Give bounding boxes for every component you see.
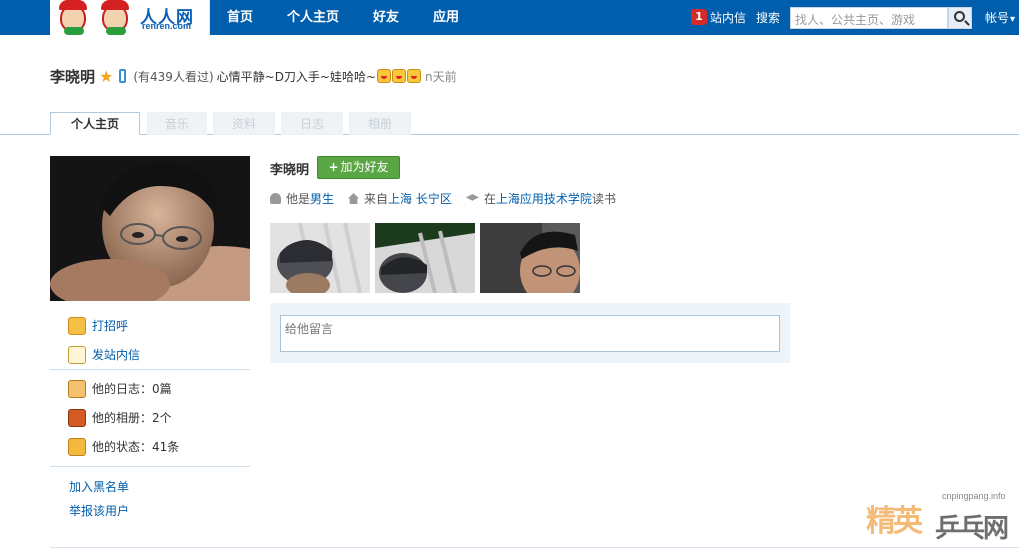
- status-text: 心情平静~D刀入手~娃哈哈~: [216, 69, 377, 84]
- logo-domain: renren.com: [142, 21, 192, 31]
- tab-info[interactable]: 资料: [213, 112, 275, 135]
- gender-link[interactable]: 男生: [310, 190, 334, 207]
- messages-link[interactable]: 站内信: [710, 9, 746, 26]
- tab-music[interactable]: 音乐: [147, 112, 207, 135]
- add-friend-button[interactable]: + 加为好友: [317, 156, 400, 179]
- sidebar-divider: [50, 369, 250, 370]
- album-stat[interactable]: 他的相册：2个: [68, 403, 179, 432]
- comment-input[interactable]: 给他留言: [280, 315, 780, 352]
- status-icon: [68, 437, 86, 456]
- sidebar-divider: [50, 466, 250, 467]
- send-message-action[interactable]: 发站内信: [68, 340, 140, 369]
- mascot-left-icon: [59, 0, 87, 35]
- mobile-icon: [119, 69, 127, 83]
- avatar[interactable]: [50, 156, 250, 301]
- tab-blog[interactable]: 日志: [281, 112, 343, 135]
- sidebar-stats: 他的日志：0篇 他的相册：2个 他的状态：41条: [68, 374, 179, 461]
- search-icon: [954, 11, 965, 22]
- send-message-link[interactable]: 发站内信: [92, 346, 140, 363]
- greet-icon: [68, 316, 86, 335]
- emoji-icon: [392, 69, 407, 83]
- district-link[interactable]: 长宁区: [416, 190, 452, 207]
- blog-count[interactable]: 他的日志：0篇: [92, 380, 172, 397]
- message-count-badge[interactable]: 1: [691, 9, 707, 25]
- gender-prefix: 他是: [286, 192, 311, 206]
- footer-divider: [50, 547, 1019, 548]
- school-prefix: 在: [483, 192, 496, 206]
- tab-albums[interactable]: 相册: [349, 112, 411, 135]
- account-menu[interactable]: 帐号: [985, 9, 1015, 26]
- profile-name: 李晓明: [50, 67, 96, 86]
- main-profile-name: 李晓明: [270, 163, 310, 178]
- sidebar-links: 加入黑名单 举报该用户: [69, 478, 129, 526]
- main-nav: 首页 个人主页 好友 应用: [210, 0, 476, 35]
- tab-profile[interactable]: 个人主页: [50, 112, 140, 135]
- star-icon: ★: [99, 66, 114, 86]
- city-link[interactable]: 上海: [388, 190, 412, 207]
- photo-thumbnail[interactable]: [375, 223, 475, 293]
- blog-stat[interactable]: 他的日志：0篇: [68, 374, 179, 403]
- home-icon: [348, 193, 360, 204]
- watermark-url: cnpingpang.info: [942, 491, 1006, 501]
- blacklist-link[interactable]: 加入黑名单: [69, 478, 129, 502]
- watermark-logo: 乒乓网: [935, 514, 1009, 544]
- plus-icon: +: [328, 160, 339, 174]
- emoji-icon: [407, 69, 422, 83]
- nav-friends[interactable]: 好友: [356, 0, 416, 35]
- add-friend-label: 加为好友: [340, 160, 389, 174]
- status-count[interactable]: 他的状态：41条: [92, 438, 179, 455]
- nav-apps[interactable]: 应用: [416, 0, 476, 35]
- person-icon: [270, 193, 281, 204]
- school-link[interactable]: 上海应用技术学院: [496, 190, 592, 207]
- message-icon: [68, 345, 86, 364]
- report-user-link[interactable]: 举报该用户: [69, 502, 129, 526]
- greet-link[interactable]: 打招呼: [92, 317, 128, 334]
- blog-icon: [68, 379, 86, 398]
- renren-logo[interactable]: 人人网 renren.com: [50, 0, 210, 35]
- hometown-info: 来自 上海 长宁区: [348, 190, 452, 207]
- search-link[interactable]: 搜索: [756, 9, 780, 26]
- nav-profile[interactable]: 个人主页: [270, 0, 356, 35]
- from-prefix: 来自: [364, 192, 389, 206]
- comment-panel: 给他留言: [270, 303, 790, 363]
- status-stat[interactable]: 他的状态：41条: [68, 432, 179, 461]
- search-button[interactable]: [948, 7, 972, 29]
- photo-thumbnail[interactable]: [480, 223, 580, 293]
- gender-info: 他是 男生: [270, 190, 334, 207]
- emoji-icon: [377, 69, 392, 83]
- search-input[interactable]: 找人、公共主页、游戏: [790, 7, 948, 29]
- watermark-logo: 精英: [866, 504, 923, 539]
- profile-header: 李晓明 ★ (有439人看过) 心情平静~D刀入手~娃哈哈~ n天前: [50, 66, 457, 86]
- graduation-cap-icon: [465, 194, 479, 201]
- school-info: 在上海应用技术学院 读书: [465, 190, 616, 207]
- status-time: n天前: [425, 69, 457, 84]
- photo-thumbnail[interactable]: [270, 223, 370, 293]
- school-suffix: 读书: [591, 192, 616, 206]
- visit-count: (有439人看过): [133, 69, 214, 84]
- album-icon: [68, 408, 86, 427]
- album-count[interactable]: 他的相册：2个: [92, 409, 172, 426]
- top-nav-bar: 人人网 renren.com 首页 个人主页 好友 应用 1 站内信 搜索 找人…: [0, 0, 1019, 35]
- nav-home[interactable]: 首页: [210, 0, 270, 35]
- greet-action[interactable]: 打招呼: [68, 311, 140, 340]
- mascot-right-icon: [101, 0, 129, 35]
- profile-info-row: 他是 男生 来自 上海 长宁区 在上海应用技术学院 读书: [270, 190, 630, 207]
- sidebar-actions: 打招呼 发站内信: [68, 311, 140, 369]
